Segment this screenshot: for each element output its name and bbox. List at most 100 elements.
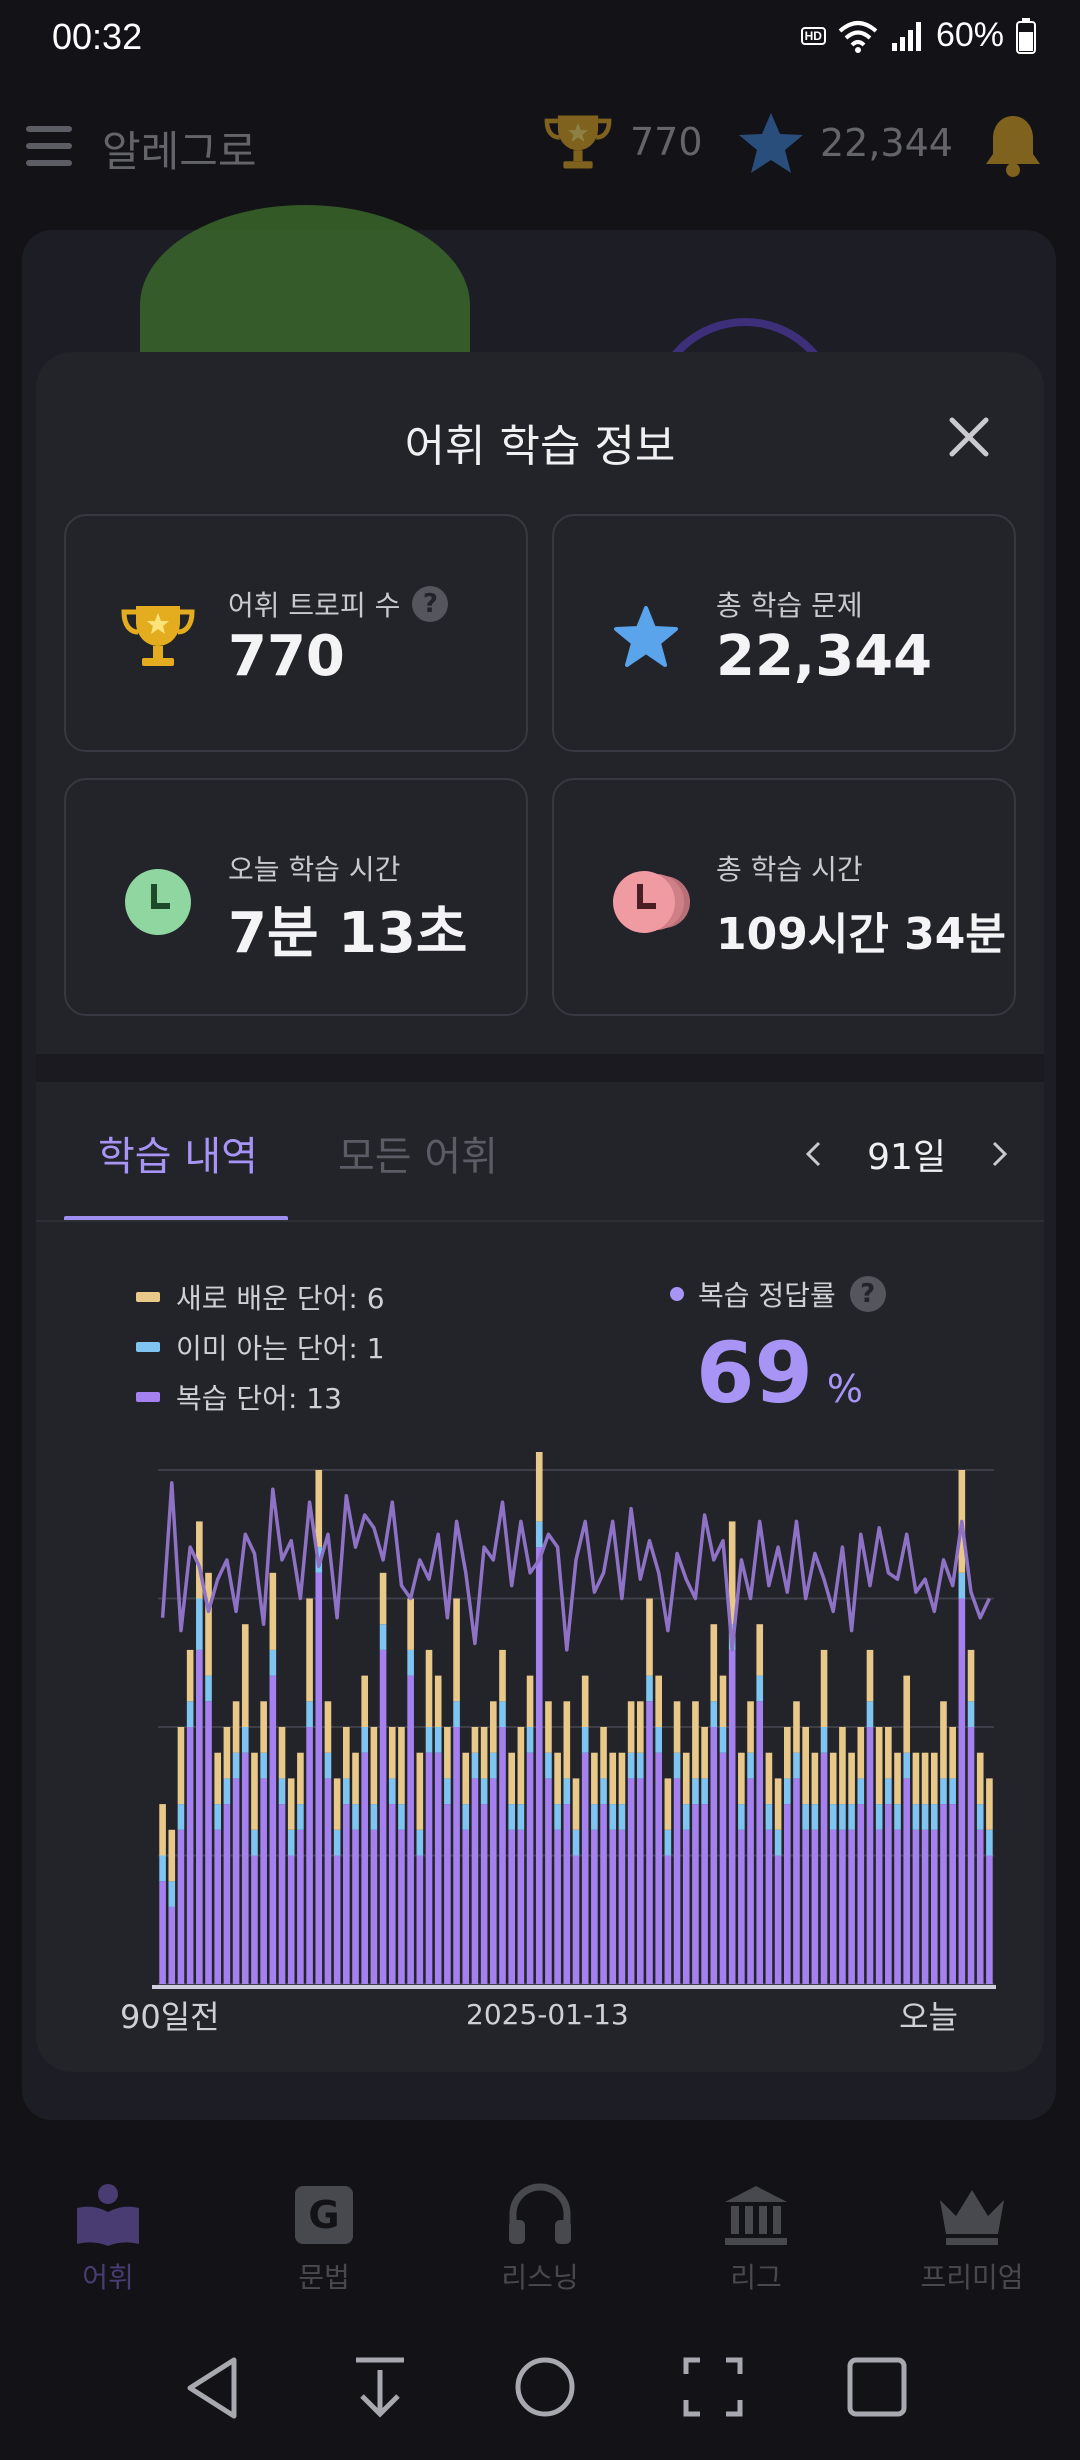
total-time-value: 109시간 34분 bbox=[716, 909, 1006, 960]
bar-review bbox=[425, 1752, 433, 1984]
nav-listening[interactable]: 리스닝 bbox=[460, 2182, 620, 2296]
bar-known bbox=[875, 1804, 883, 1830]
bar-review bbox=[168, 1906, 176, 1984]
bar-new bbox=[205, 1572, 212, 1676]
bar-review bbox=[692, 1804, 699, 1984]
bar-new bbox=[416, 1752, 424, 1830]
bar-new bbox=[673, 1701, 681, 1753]
bar-new bbox=[600, 1727, 607, 1779]
tab-history[interactable]: 학습 내역 bbox=[98, 1124, 258, 1182]
status-bar: 00:32 HD 60% bbox=[0, 0, 1080, 78]
bar-review bbox=[958, 1598, 966, 1984]
signal-icon bbox=[891, 21, 921, 51]
bar-new bbox=[315, 1470, 323, 1548]
bar-new bbox=[407, 1598, 414, 1650]
headphones-icon bbox=[509, 2183, 571, 2244]
bar-review bbox=[572, 1855, 580, 1984]
bar-new bbox=[811, 1752, 819, 1805]
bar-review bbox=[260, 1778, 267, 1984]
bar-new bbox=[269, 1572, 277, 1650]
bar-known bbox=[682, 1804, 690, 1830]
bar-known bbox=[260, 1752, 267, 1779]
bar-known bbox=[673, 1752, 681, 1779]
bar-known bbox=[499, 1701, 506, 1727]
menu-icon[interactable] bbox=[26, 126, 72, 166]
battery-percent: 60% bbox=[935, 16, 1004, 54]
chevron-left-icon[interactable] bbox=[799, 1139, 829, 1169]
bar-new bbox=[186, 1649, 194, 1702]
bar-new bbox=[278, 1727, 286, 1779]
chevron-right-icon[interactable] bbox=[984, 1139, 1014, 1169]
nav-label: 어휘 bbox=[82, 2261, 134, 2294]
nav-vocab[interactable]: 어휘 bbox=[28, 2182, 188, 2296]
bar-review bbox=[287, 1855, 295, 1984]
tab-all-words[interactable]: 모든 어휘 bbox=[338, 1124, 498, 1182]
bar-review bbox=[462, 1829, 470, 1984]
star-stat[interactable]: 22,344 bbox=[736, 110, 953, 176]
bar-known bbox=[205, 1675, 212, 1702]
back-icon[interactable] bbox=[184, 2356, 240, 2420]
bar-known bbox=[958, 1572, 966, 1599]
bar-new bbox=[159, 1804, 166, 1856]
bar-new bbox=[232, 1701, 240, 1753]
bar-known bbox=[480, 1778, 488, 1805]
legend-item-review: 복습 단어: 13 bbox=[136, 1372, 385, 1422]
bar-review bbox=[609, 1829, 617, 1984]
nav-premium[interactable]: 프리미엄 bbox=[892, 2182, 1052, 2296]
bar-review bbox=[297, 1829, 304, 1984]
bar-review bbox=[306, 1727, 313, 1984]
trophy-stat[interactable]: 770 bbox=[540, 110, 703, 174]
trophy-card: 어휘 트로피 수? 770 bbox=[64, 514, 528, 752]
bar-known bbox=[545, 1752, 552, 1779]
tabs-divider bbox=[36, 1220, 1044, 1222]
bar-review bbox=[719, 1752, 727, 1984]
bar-new bbox=[398, 1727, 405, 1805]
x-label-start: 90일전 bbox=[120, 1998, 220, 2036]
bar-known bbox=[425, 1727, 433, 1753]
help-icon[interactable]: ? bbox=[412, 586, 449, 622]
bar-review bbox=[655, 1752, 662, 1984]
close-icon[interactable] bbox=[946, 414, 992, 460]
bar-known bbox=[444, 1778, 451, 1805]
bar-review bbox=[637, 1778, 644, 1984]
bar-review bbox=[600, 1804, 607, 1984]
bar-review bbox=[416, 1855, 424, 1984]
help-icon[interactable]: ? bbox=[849, 1276, 886, 1312]
bar-new bbox=[526, 1675, 534, 1727]
bottom-nav: 어휘 G 문법 리스닝 리그 프리미엄 bbox=[0, 2160, 1080, 2300]
bar-new bbox=[177, 1727, 185, 1805]
recents-icon[interactable] bbox=[846, 2356, 908, 2418]
vocab-info-modal: 어휘 학습 정보 어휘 트로피 수? 770 총 학습 문제 22,344 오늘… bbox=[36, 352, 1044, 2072]
bar-new bbox=[306, 1598, 313, 1702]
status-icons: HD 60% bbox=[800, 16, 1036, 55]
bar-review bbox=[710, 1727, 718, 1984]
bar-new bbox=[793, 1701, 800, 1753]
bar-new bbox=[352, 1752, 359, 1805]
bar-known bbox=[655, 1727, 662, 1753]
accuracy-value: 69 % bbox=[696, 1324, 863, 1422]
bar-known bbox=[591, 1804, 598, 1830]
home-icon[interactable] bbox=[514, 2356, 576, 2418]
bar-new bbox=[701, 1727, 708, 1779]
bell-icon[interactable] bbox=[982, 112, 1044, 178]
bar-new bbox=[379, 1572, 387, 1625]
bar-review bbox=[921, 1829, 929, 1984]
bar-known bbox=[251, 1829, 258, 1856]
bar-new bbox=[223, 1727, 231, 1779]
download-icon[interactable] bbox=[352, 2356, 408, 2420]
today-time-label: 오늘 학습 시간 bbox=[228, 853, 401, 886]
nav-grammar[interactable]: G 문법 bbox=[244, 2182, 404, 2296]
bar-review bbox=[499, 1727, 506, 1984]
screenshot-icon[interactable] bbox=[682, 2356, 744, 2418]
accuracy-unit: % bbox=[826, 1367, 864, 1411]
today-time-value: 7분 13초 bbox=[228, 901, 468, 966]
bar-review bbox=[848, 1829, 855, 1984]
bar-known bbox=[278, 1778, 286, 1805]
bar-known bbox=[563, 1778, 571, 1805]
star-count: 22,344 bbox=[820, 121, 953, 165]
bar-review bbox=[783, 1804, 791, 1984]
nav-league[interactable]: 리그 bbox=[676, 2182, 836, 2296]
bar-review bbox=[857, 1804, 865, 1984]
bar-known bbox=[186, 1701, 194, 1727]
bar-review bbox=[370, 1829, 378, 1984]
